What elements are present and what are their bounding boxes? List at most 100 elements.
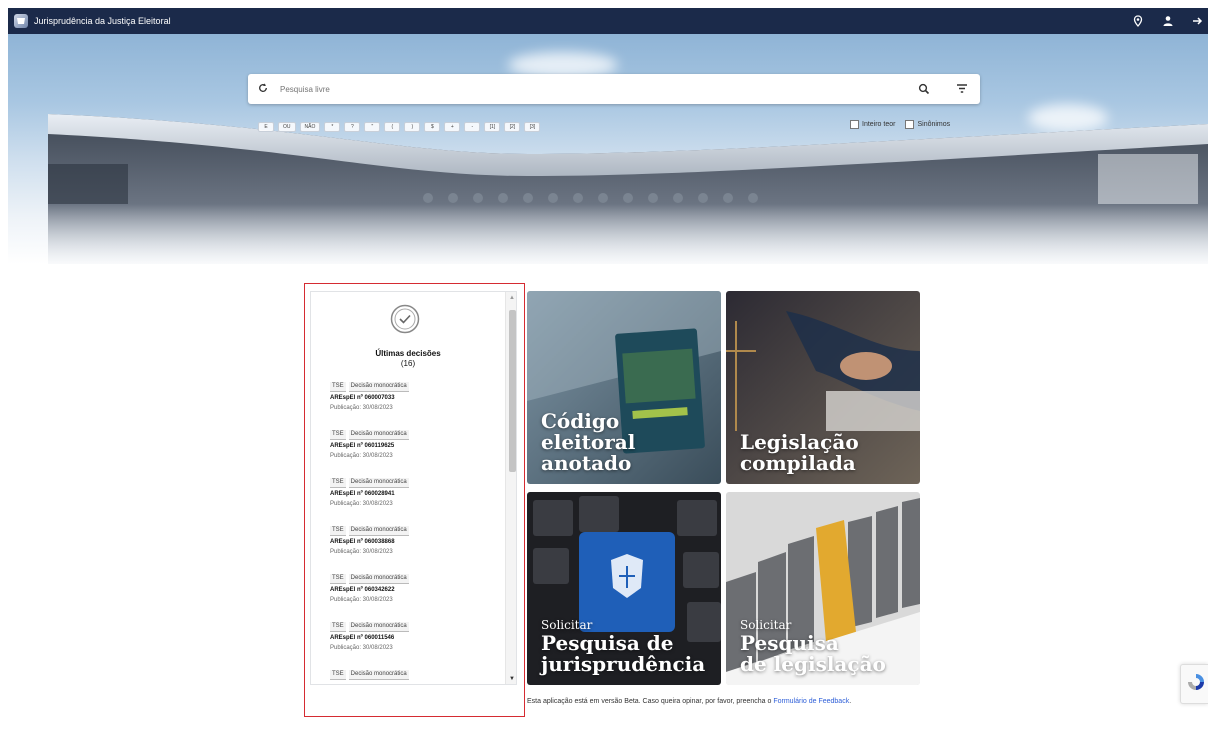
checkbox-label: Sinônimos [917,121,951,128]
recaptcha-icon [1188,674,1204,690]
tile-caption: Solicitar Pesquisa de legislação [740,618,886,675]
tile-title-line: jurisprudência [541,652,706,676]
type-tag: Decisão monocrática [348,478,409,488]
publication-date: Publicação: 30/08/2023 [330,597,393,603]
recent-decisions-panel: Últimas decisões (16) TSE Decisão monocrá… [310,291,517,685]
scroll-down-icon[interactable]: ▼ [509,676,515,682]
publication-date: Publicação: 30/08/2023 [330,405,393,411]
process-number[interactable]: AREspEl nº 060011546 [330,634,500,642]
logout-icon[interactable] [1192,15,1204,27]
checkbox-label: Inteiro teor [862,121,896,128]
tile-title-line: Código [541,409,620,433]
type-tag: Decisão monocrática [348,574,409,584]
search-bar [248,74,980,104]
checkbox-box[interactable] [850,120,859,129]
checkbox-box[interactable] [905,120,915,129]
inteiro-teor-checkbox[interactable]: Inteiro teor [850,120,895,129]
tile-caption: Legislação compilada [740,432,859,474]
process-number[interactable]: AREspEl nº 060028941 [330,490,500,498]
app-title[interactable]: Jurisprudência da Justiça Eleitoral [34,16,171,26]
recent-decisions-count: (16) [400,359,416,368]
type-tag: Decisão monocrática [348,622,409,632]
panel-scrollbar[interactable]: ▲ ▼ [505,292,516,684]
decision-item[interactable]: TSE Decisão monocrática AREspEl nº 060038… [330,526,500,574]
beta-notice: Esta aplicação está em versão Beta. Caso… [527,697,917,707]
boolean-operators: E OU NÃO * ? " ( ) $ + - [1] [2] [3] [258,122,541,132]
operator-button[interactable]: [3] [524,122,541,132]
search-input[interactable] [280,84,880,94]
refresh-icon[interactable] [258,82,268,96]
scroll-thumb[interactable] [509,310,516,472]
operator-button[interactable]: ) [404,122,421,132]
operator-button[interactable]: E [258,122,274,132]
page: Jurisprudência da Justiça Eleitoral Pesq… [0,0,1208,731]
court-tag: TSE [330,622,346,632]
decision-item[interactable]: TSE Decisão monocrática [330,670,500,684]
sinonimos-checkbox[interactable]: Sinônimos [905,120,950,129]
tile-title-line: Pesquisa de [541,631,674,655]
type-tag: Decisão monocrática [348,526,409,536]
user-icon[interactable] [1162,15,1174,27]
decision-item[interactable]: TSE Decisão monocrática AREspEl nº 060028… [330,478,500,526]
location-pin-icon[interactable] [1132,15,1144,27]
decision-item[interactable]: TSE Decisão monocrática AREspEl nº 060011… [330,622,500,670]
type-tag: Decisão monocrática [348,670,409,680]
court-tag: TSE [330,382,346,392]
search-icon[interactable] [918,82,930,100]
top-bar: Jurisprudência da Justiça Eleitoral [8,8,1208,34]
court-tag: TSE [330,574,346,584]
operator-button[interactable]: ? [344,122,361,132]
court-tag: TSE [330,430,346,440]
tile-title-line: Legislação [740,430,859,454]
tile-codigo-eleitoral[interactable]: Código eleitoral anotado [527,291,721,484]
operator-button[interactable]: * [324,122,341,132]
operator-button[interactable]: " [364,122,381,132]
feedback-form-link[interactable]: Formulário de Feedback [773,698,849,705]
search-actions [918,82,968,100]
tile-title-line: eleitoral [541,430,636,454]
process-number[interactable]: AREspEl nº 060007033 [330,394,500,402]
beta-notice-end: . [849,698,852,705]
process-number[interactable]: AREspEl nº 060119625 [330,442,500,450]
tile-title-line: de legislação [740,652,886,676]
hero-banner: E OU NÃO * ? " ( ) $ + - [1] [2] [3] Int… [8,34,1208,264]
publication-date: Publicação: 30/08/2023 [330,645,393,651]
decision-item[interactable]: TSE Decisão monocrática AREspEl nº 060119… [330,430,500,478]
type-tag: Decisão monocrática [348,430,409,440]
decision-item[interactable]: TSE Decisão monocrática AREspEl nº 060007… [330,382,500,430]
operator-button[interactable]: OU [278,122,296,132]
court-tag: TSE [330,670,346,680]
publication-date: Publicação: 30/08/2023 [330,453,393,459]
court-tag: TSE [330,526,346,536]
tile-pesquisa-legislacao[interactable]: Solicitar Pesquisa de legislação [726,492,920,685]
recent-decisions-title: Últimas decisões [375,349,441,358]
tile-pesquisa-jurisprudencia[interactable]: Solicitar Pesquisa de jurisprudência [527,492,721,685]
decisions-list: TSE Decisão monocrática AREspEl nº 060007… [330,382,500,684]
tile-title-line: Pesquisa [740,631,839,655]
scroll-up-icon[interactable]: ▲ [509,295,515,301]
process-number[interactable]: AREspEl nº 060038868 [330,538,500,546]
court-tag: TSE [330,478,346,488]
top-bar-actions [1132,8,1208,34]
operator-button[interactable]: [2] [504,122,521,132]
publication-date: Publicação: 30/08/2023 [330,549,393,555]
court-building-image [48,114,1208,264]
beta-notice-text: Esta aplicação está em versão Beta. Caso… [527,698,772,705]
filter-icon[interactable] [956,82,968,100]
check-circle-icon [390,304,420,334]
operator-button[interactable]: ( [384,122,401,132]
operator-button[interactable]: - [464,122,481,132]
recaptcha-badge[interactable] [1180,664,1208,704]
tile-legislacao-compilada[interactable]: Legislação compilada [726,291,920,484]
tile-caption: Código eleitoral anotado [541,411,635,474]
operator-button[interactable]: $ [424,122,441,132]
operator-button[interactable]: [1] [484,122,501,132]
decision-item[interactable]: TSE Decisão monocrática AREspEl nº 060342… [330,574,500,622]
operator-button[interactable]: + [444,122,461,132]
recent-decisions-content: Últimas decisões (16) TSE Decisão monocrá… [311,292,505,684]
type-tag: Decisão monocrática [348,382,409,392]
process-number[interactable]: AREspEl nº 060342622 [330,586,500,594]
operator-button[interactable]: NÃO [299,122,321,132]
tile-title-line: compilada [740,451,856,475]
tse-logo-icon[interactable] [14,14,28,28]
